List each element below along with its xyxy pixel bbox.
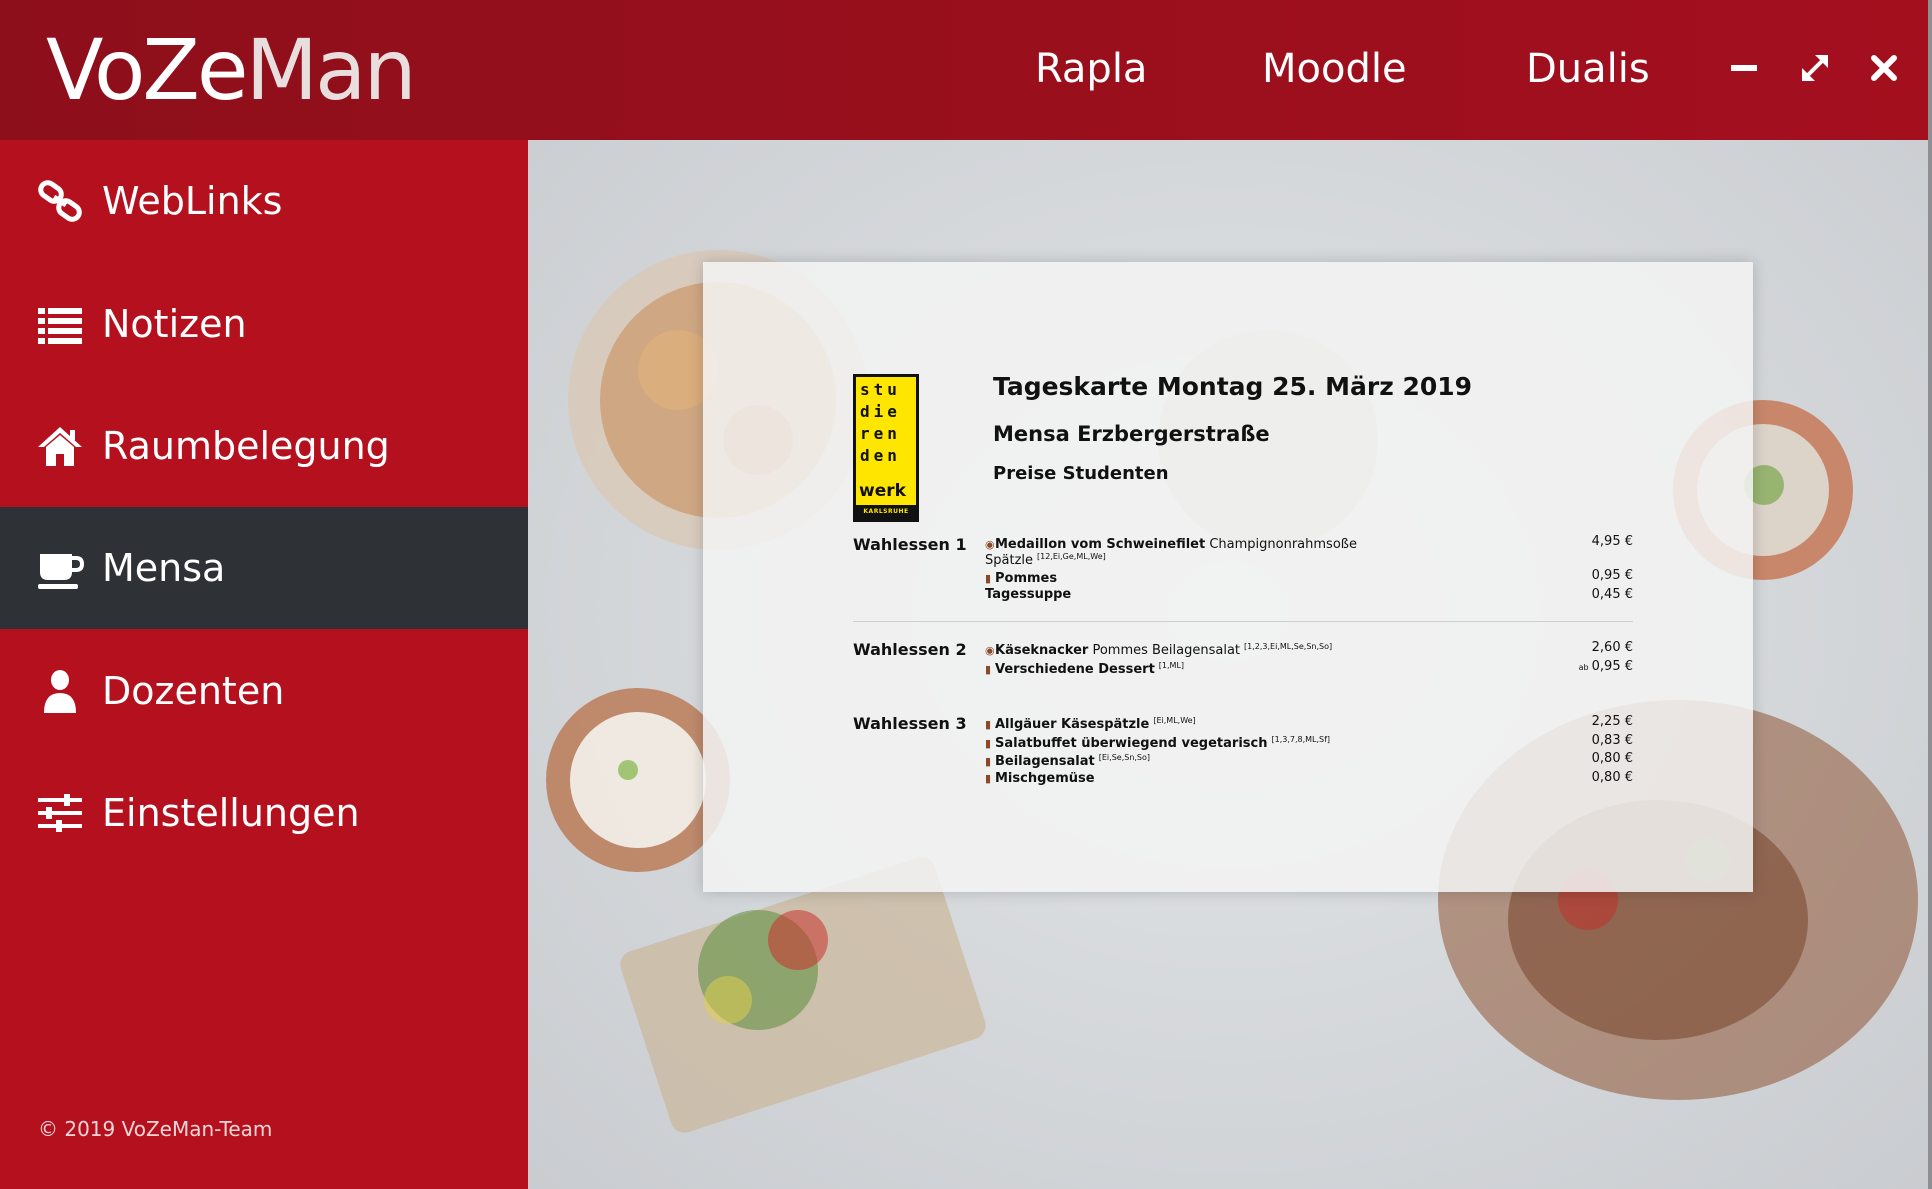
- title-bar[interactable]: VoZeMan Rapla Moodle Dualis: [0, 0, 1928, 140]
- logo-row: ren: [860, 424, 901, 443]
- dish-row: ▮ Beilagensalat [Ei,Se,Sn,So]: [985, 753, 1150, 769]
- menu-card: stu die ren den werk KARLSRUHE Tageskart…: [703, 262, 1753, 892]
- dish-row: ▮ Salatbuffet überwiegend vegetarisch [1,3…: [985, 735, 1330, 751]
- dish-row: ▮ Allgäuer Käsespätzle [Ei,ML,We]: [985, 716, 1196, 732]
- dish-name: Käseknacker: [995, 643, 1089, 658]
- sidebar-item-label: Raumbelegung: [102, 424, 390, 468]
- logo-row: den: [860, 446, 901, 465]
- dish-price: 0,83 €: [1591, 733, 1633, 748]
- dish-name: Tagessuppe: [985, 587, 1072, 602]
- dish-name: Pommes: [995, 571, 1058, 586]
- allergens: [12,Ei,Ge,ML,We]: [1037, 552, 1106, 561]
- sidebar-item-label: WebLinks: [102, 179, 283, 223]
- dish-name: Beilagensalat: [995, 754, 1095, 769]
- dish-price: 0,45 €: [1591, 587, 1633, 602]
- sidebar-item-label: Mensa: [102, 546, 226, 590]
- dish-row: ◉Käseknacker Pommes Beilagensalat [1,2,3,…: [985, 642, 1332, 658]
- list-icon: [38, 308, 82, 344]
- dish-desc: Pommes Beilagensalat: [1092, 643, 1241, 658]
- sidebar-item-dozenten[interactable]: Dozenten: [0, 630, 528, 752]
- dish-name: Verschiedene Dessert: [995, 662, 1155, 677]
- sidebar-item-weblinks[interactable]: WebLinks: [0, 140, 528, 262]
- vegan-icon: ▮: [985, 572, 992, 585]
- allergens: [1,3,7,8,ML,Sf]: [1271, 735, 1331, 744]
- coffee-cup-icon: [38, 554, 84, 589]
- window-edge: [1928, 0, 1932, 1189]
- section-label: Wahlessen 2: [853, 640, 967, 659]
- dish-row: ▮ Mischgemüse: [985, 771, 1095, 786]
- sidebar-item-label: Dozenten: [102, 669, 285, 713]
- close-button[interactable]: [1864, 48, 1904, 88]
- sidebar-item-label: Notizen: [102, 302, 247, 346]
- maximize-button[interactable]: [1795, 48, 1835, 88]
- logo-row: stu: [860, 380, 901, 399]
- dish-price: 0,80 €: [1591, 751, 1633, 766]
- dish-row: Tagessuppe: [985, 587, 1071, 602]
- section-divider: [853, 621, 1633, 622]
- nav-link-moodle[interactable]: Moodle: [1262, 44, 1407, 94]
- dish-row: Spätzle [12,Ei,Ge,ML,We]: [985, 552, 1106, 568]
- maximize-icon: [1802, 55, 1828, 81]
- vegetarian-icon: ▮: [985, 755, 992, 768]
- sliders-icon: [38, 794, 82, 832]
- nav-link-dualis[interactable]: Dualis: [1526, 44, 1650, 94]
- sidebar-item-einstellungen[interactable]: Einstellungen: [0, 752, 528, 874]
- home-icon: [38, 427, 82, 466]
- dish-desc: Spätzle: [985, 553, 1034, 568]
- logo-row: die: [860, 402, 901, 421]
- minimize-icon: [1731, 65, 1757, 71]
- price-prefix: ab: [1578, 663, 1589, 672]
- allergens: [1,ML]: [1158, 661, 1185, 670]
- close-icon: [1871, 55, 1897, 81]
- dish-name: Allgäuer Käsespätzle: [995, 717, 1150, 732]
- section-label: Wahlessen 1: [853, 535, 967, 554]
- menu-title: Tageskarte Montag 25. März 2019: [993, 372, 1473, 401]
- logo-text-man: Man: [245, 21, 417, 119]
- sidebar-item-notizen[interactable]: Notizen: [0, 263, 528, 385]
- dish-desc: Champignonrahmsoße: [1209, 537, 1357, 552]
- logo-city: KARLSRUHE: [856, 505, 916, 519]
- app-logo: VoZeMan: [46, 21, 417, 119]
- pork-icon: ◉: [985, 538, 995, 551]
- logo-werk: werk: [859, 481, 906, 501]
- dish-price: 4,95 €: [1591, 534, 1633, 549]
- sidebar-item-mensa[interactable]: Mensa: [0, 507, 528, 629]
- dish-row: ▮ Verschiedene Dessert [1,ML]: [985, 661, 1184, 677]
- menu-location: Mensa Erzbergerstraße: [993, 422, 1270, 446]
- dish-price: 0,95 €: [1591, 568, 1633, 583]
- dish-name: Mischgemüse: [995, 771, 1095, 786]
- dish-row: ▮ Pommes: [985, 571, 1057, 586]
- link-icon: [38, 180, 82, 222]
- menu-price-group: Preise Studenten: [993, 463, 1169, 484]
- sidebar-item-label: Einstellungen: [102, 791, 360, 835]
- vegetarian-icon: ▮: [985, 737, 992, 750]
- copyright-text: © 2019 VoZeMan-Team: [38, 1117, 273, 1141]
- vegetarian-icon: ▮: [985, 663, 992, 676]
- vegetarian-icon: ▮: [985, 718, 992, 731]
- minimize-button[interactable]: [1724, 48, 1764, 88]
- price-value: 0,95 €: [1591, 659, 1633, 674]
- nav-link-rapla[interactable]: Rapla: [1035, 44, 1147, 94]
- vegan-icon: ▮: [985, 772, 992, 785]
- dish-price: ab 0,95 €: [1533, 659, 1633, 674]
- sidebar-item-raumbelegung[interactable]: Raumbelegung: [0, 385, 528, 507]
- studierendenwerk-logo: stu die ren den werk KARLSRUHE: [853, 374, 919, 522]
- user-icon: [44, 670, 76, 713]
- dish-price: 2,60 €: [1591, 640, 1633, 655]
- dish-name: Medaillon vom Schweinefilet: [995, 537, 1206, 552]
- allergens: [Ei,Se,Sn,So]: [1098, 753, 1151, 762]
- section-label: Wahlessen 3: [853, 714, 967, 733]
- pork-icon: ◉: [985, 644, 995, 657]
- dish-row: ◉Medaillon vom Schweinefilet Champignonr…: [985, 537, 1357, 552]
- dish-price: 0,80 €: [1591, 770, 1633, 785]
- allergens: [Ei,ML,We]: [1153, 716, 1196, 725]
- dish-price: 2,25 €: [1591, 714, 1633, 729]
- dish-name: Salatbuffet überwiegend vegetarisch: [995, 736, 1268, 751]
- allergens: [1,2,3,Ei,ML,Se,Sn,So]: [1244, 642, 1333, 651]
- logo-text-voze: VoZe: [46, 21, 249, 119]
